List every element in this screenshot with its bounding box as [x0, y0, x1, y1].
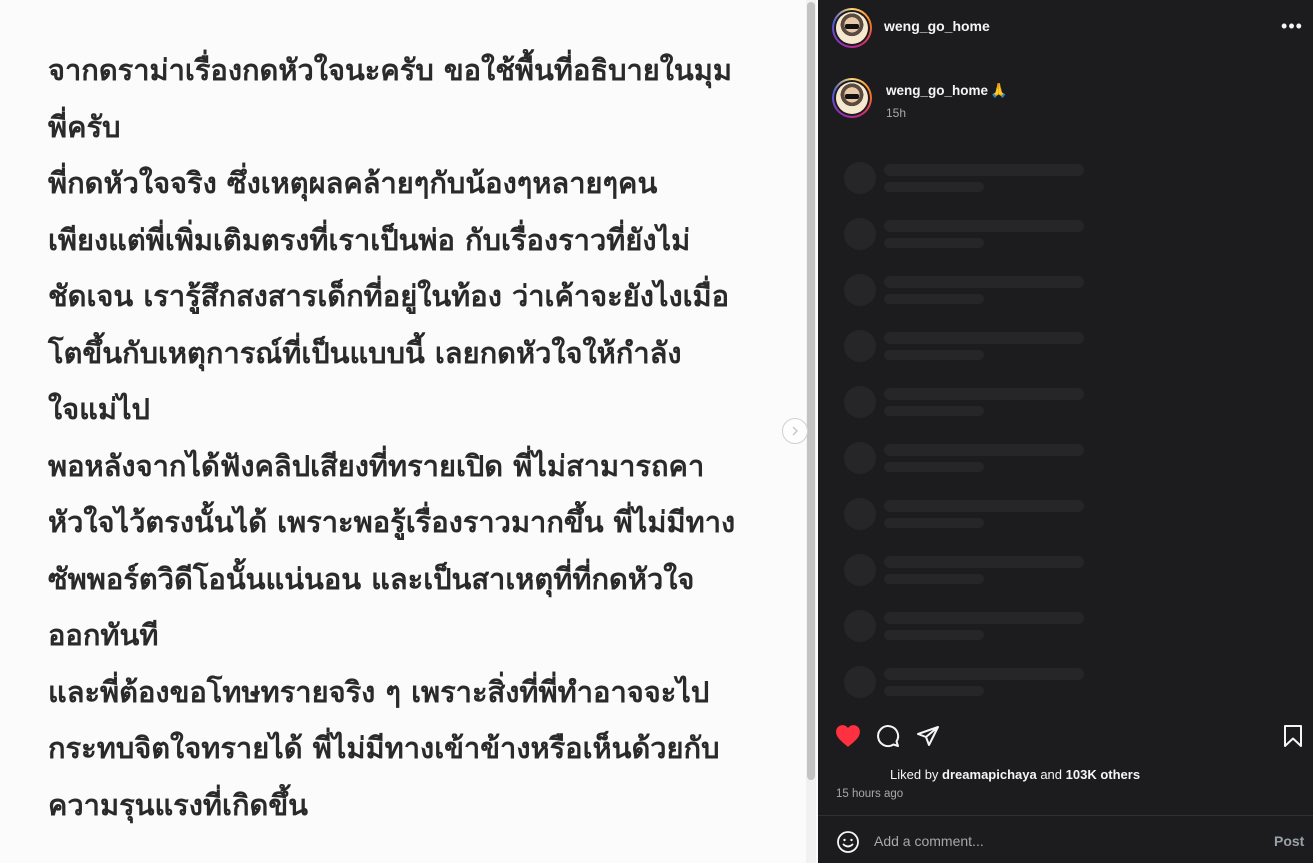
- header-username[interactable]: weng_go_home: [884, 18, 990, 34]
- skeleton-avatar: [844, 330, 876, 362]
- caption-emoji: 🙏: [990, 82, 1008, 98]
- skeleton-avatar: [844, 610, 876, 642]
- skeleton-line: [884, 462, 984, 472]
- skeleton-comment-row: [844, 662, 1104, 702]
- caption-time[interactable]: 15h: [886, 106, 906, 120]
- image-text-line: กระทบจิตใจทรายได้ พี่ไม่มีทางเข้าข้างหรื…: [48, 731, 720, 765]
- bookmark-icon: [1284, 725, 1302, 747]
- skeleton-avatar: [844, 554, 876, 586]
- image-text-line: หัวใจไว้ตรงนั้นได้ เพราะพอรู้เรื่องราวมา…: [48, 505, 736, 539]
- heart-filled-icon: [836, 725, 860, 747]
- skeleton-line: [884, 668, 1084, 680]
- comment-input[interactable]: [874, 829, 1254, 853]
- skeleton-line: [884, 164, 1084, 176]
- skeleton-line: [884, 500, 1084, 512]
- image-text-line: และพี่ต้องขอโทษทรายจริง ๆ เพราะสิ่งที่พี…: [48, 674, 710, 709]
- skeleton-line: [884, 444, 1084, 456]
- skeleton-comment-row: [844, 494, 1104, 534]
- image-text-line: ใจแม่ไป: [48, 392, 150, 426]
- skeleton-line: [884, 220, 1084, 232]
- skeleton-line: [884, 276, 1084, 288]
- skeleton-comment-row: [844, 550, 1104, 590]
- save-button[interactable]: [1279, 722, 1307, 750]
- skeleton-avatar: [844, 666, 876, 698]
- image-text-line: ออกทันที: [48, 618, 159, 652]
- skeleton-avatar: [844, 162, 876, 194]
- skeleton-line: [884, 406, 984, 416]
- skeleton-line: [884, 612, 1084, 624]
- skeleton-line: [884, 350, 984, 360]
- caption-username[interactable]: weng_go_home: [886, 83, 988, 98]
- skeleton-line: [884, 630, 984, 640]
- liked-by-prefix: Liked by: [890, 767, 943, 782]
- share-icon: [917, 726, 939, 746]
- skeleton-line: [884, 686, 984, 696]
- post-timestamp[interactable]: 15 hours ago: [836, 788, 903, 800]
- likes-count-link[interactable]: 103K others: [1066, 767, 1140, 782]
- skeleton-comment-row: [844, 326, 1104, 366]
- image-text-line: พี่ครับ: [48, 109, 121, 144]
- skeleton-line: [884, 294, 984, 304]
- skeleton-comment-row: [844, 214, 1104, 254]
- skeleton-comment-row: [844, 382, 1104, 422]
- image-text-line: เพียงแต่พี่เพิ่มเติมตรงที่เราเป็นพ่อ กับ…: [48, 222, 691, 257]
- like-button[interactable]: [834, 722, 862, 750]
- skeleton-line: [884, 238, 984, 248]
- chevron-right-icon: [792, 426, 799, 436]
- skeleton-avatar: [844, 386, 876, 418]
- liked-by-middle: and: [1036, 767, 1066, 782]
- skeleton-comment-row: [844, 270, 1104, 310]
- post-side-panel: weng_go_home ••• weng_go_home 🙏 15h Like…: [818, 0, 1313, 863]
- skeleton-avatar: [844, 498, 876, 530]
- more-options-icon[interactable]: •••: [1280, 16, 1304, 36]
- post-comment-button[interactable]: Post: [1274, 833, 1304, 849]
- caption-avatar[interactable]: [832, 78, 872, 118]
- skeleton-line: [884, 574, 984, 584]
- skeleton-comment-row: [844, 606, 1104, 646]
- skeleton-comment-row: [844, 438, 1104, 478]
- skeleton-line: [884, 556, 1084, 568]
- skeleton-comment-row: [844, 158, 1104, 198]
- image-text-line: จากดราม่าเรื่องกดหัวใจนะครับ ขอใช้พื้นที…: [48, 53, 732, 87]
- next-image-button[interactable]: [782, 418, 808, 444]
- image-text-line: ซัพพอร์ตวิดีโอนั้นแน่นอน และเป็นสาเหตุที…: [48, 561, 695, 596]
- header-avatar[interactable]: [832, 8, 872, 48]
- image-text-line: โตขึ้นกับเหตุการณ์ที่เป็นแบบนี้ เลยกดหัว…: [48, 335, 682, 370]
- comment-bar: Post: [818, 815, 1313, 863]
- skeleton-avatar: [844, 218, 876, 250]
- image-text-line: ความรุนแรงที่เกิดขึ้น: [48, 787, 308, 822]
- emoji-icon[interactable]: [836, 830, 860, 854]
- image-text-line: พี่กดหัวใจจริง ซึ่งเหตุผลคล้ายๆกับน้องๆห…: [48, 166, 658, 200]
- liked-by-user-link[interactable]: dreamapichaya: [942, 767, 1037, 782]
- image-text-line: พอหลังจากได้ฟังคลิปเสียงที่ทรายเปิด พี่ไ…: [48, 448, 705, 483]
- avatar-image: [836, 82, 868, 114]
- comment-button[interactable]: [874, 722, 902, 750]
- skeleton-line: [884, 332, 1084, 344]
- post-image: จากดราม่าเรื่องกดหัวใจนะครับ ขอใช้พื้นที…: [0, 0, 818, 863]
- skeleton-line: [884, 388, 1084, 400]
- avatar-image: [836, 12, 868, 44]
- share-button[interactable]: [914, 722, 942, 750]
- image-text-line: ชัดเจน เรารู้สึกสงสารเด็กที่อยู่ในท้อง ว…: [48, 279, 730, 313]
- scrollbar-thumb[interactable]: [807, 2, 815, 780]
- skeleton-avatar: [844, 442, 876, 474]
- skeleton-line: [884, 518, 984, 528]
- post-image-text: จากดราม่าเรื่องกดหัวใจนะครับ ขอใช้พื้นที…: [48, 42, 788, 833]
- liked-by-text: Liked by dreamapichaya and 103K others: [890, 767, 1140, 782]
- skeleton-line: [884, 182, 984, 192]
- skeleton-avatar: [844, 274, 876, 306]
- comment-icon: [877, 725, 900, 748]
